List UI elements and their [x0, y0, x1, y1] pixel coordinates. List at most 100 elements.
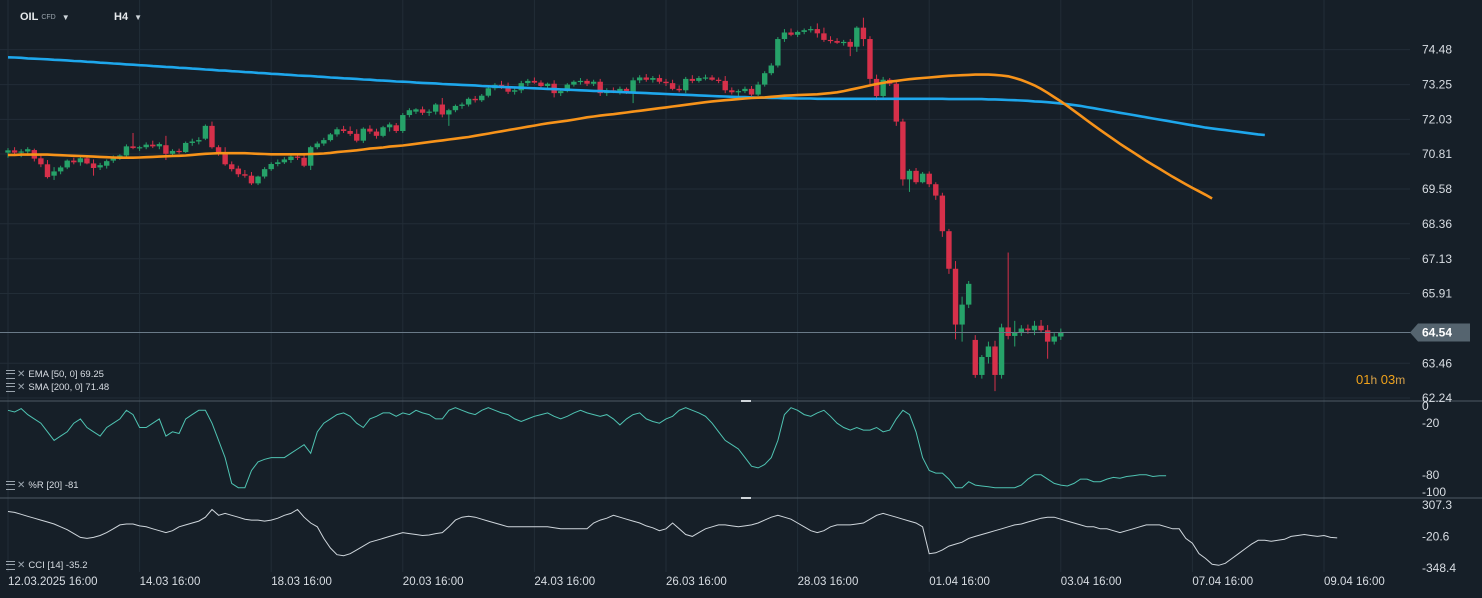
candle-body — [340, 129, 347, 131]
cci-pane[interactable] — [7, 508, 1338, 566]
y-tick-label: 70.81 — [1422, 147, 1452, 161]
settings-icon[interactable] — [6, 370, 15, 379]
candle-body — [261, 169, 268, 177]
candle-body — [965, 283, 972, 305]
candle-body — [676, 88, 682, 91]
candle-body — [683, 78, 689, 91]
candle-body — [952, 268, 959, 325]
symbol-selector[interactable]: OIL CFD ▼ — [20, 11, 70, 23]
countdown-minutes: 03 — [1380, 372, 1396, 387]
candle-body — [762, 73, 768, 85]
settings-icon[interactable] — [6, 481, 15, 490]
legend-williams-r: ✕ %R [20] -81 — [6, 480, 79, 491]
candle-body — [854, 27, 860, 47]
candle-body — [156, 144, 163, 147]
candle-body — [255, 176, 261, 184]
candle-body — [1005, 327, 1011, 336]
candle-body — [722, 80, 728, 91]
candle-body — [433, 104, 439, 112]
candle-body — [715, 79, 722, 81]
pane-resize-handle[interactable] — [741, 400, 751, 402]
candle-body — [334, 129, 340, 135]
candle-body — [150, 144, 156, 147]
y-tick-label: 67.13 — [1422, 252, 1452, 266]
candle-body — [90, 163, 97, 168]
close-icon[interactable]: ✕ — [17, 369, 25, 380]
candle-body — [1058, 332, 1064, 337]
candle-body — [748, 88, 755, 95]
candle-body — [413, 109, 419, 112]
legend-cci-label: CCI [14] -35.2 — [28, 560, 88, 571]
candle-body — [5, 150, 11, 153]
candle-body — [906, 170, 913, 180]
candle-body — [485, 88, 492, 96]
settings-icon[interactable] — [6, 561, 15, 570]
candle-body — [354, 133, 360, 141]
legend-williams-r-label: %R [20] -81 — [28, 480, 79, 491]
pane-resize-handle[interactable] — [741, 497, 751, 499]
candle-body — [222, 153, 228, 165]
y-tick-label: 68.36 — [1422, 217, 1452, 231]
candle-body — [281, 159, 288, 163]
candle-body — [64, 160, 70, 168]
candle-body — [702, 77, 709, 79]
candle-body — [900, 121, 906, 180]
axis-labels: 12.03.2025 16:00 14.03 16:00 18.03 16:00 20… — [8, 43, 1470, 588]
timeframe-selector[interactable]: H4 ▼ — [114, 11, 142, 23]
candle-body — [781, 32, 788, 40]
candle-body — [321, 140, 327, 144]
candle-body — [630, 80, 636, 92]
countdown-hours: 01 — [1356, 372, 1371, 387]
candle-body — [979, 357, 985, 375]
candle-body — [71, 160, 77, 163]
candle-body — [248, 175, 255, 184]
y-tick-label: 73.25 — [1422, 78, 1452, 92]
candle-body — [18, 151, 24, 153]
candle-body — [768, 65, 774, 74]
x-tick-label: 09.04 16:00 — [1324, 576, 1385, 588]
candle-body — [926, 173, 932, 185]
candle-body — [51, 171, 57, 176]
williams-r-pane[interactable] — [7, 407, 1167, 489]
x-tick-label: 01.04 16:00 — [929, 576, 990, 588]
candle-body — [531, 80, 538, 83]
x-tick-label: 24.03 16:00 — [534, 576, 595, 588]
candle-body — [169, 150, 176, 154]
candle-body — [314, 143, 320, 148]
close-icon[interactable]: ✕ — [17, 480, 25, 491]
candle-body — [327, 134, 334, 141]
candle-body — [84, 158, 90, 164]
settings-icon[interactable] — [6, 383, 15, 392]
candle-body — [729, 90, 735, 93]
candle-body — [268, 164, 274, 170]
candle-body — [946, 231, 952, 269]
candle-body — [136, 147, 143, 149]
legend-cci: ✕ CCI [14] -35.2 — [6, 560, 88, 571]
candle-body — [755, 84, 761, 95]
symbol-type: CFD — [41, 13, 56, 21]
candle-body — [814, 29, 821, 34]
price-pane[interactable] — [0, 17, 1412, 392]
candle-body — [847, 41, 853, 47]
candle-body — [426, 111, 432, 113]
candle-body — [275, 162, 281, 165]
x-tick-label: 12.03.2025 16:00 — [8, 576, 98, 588]
candle-body — [933, 184, 939, 196]
symbol-name: OIL — [20, 11, 39, 23]
chart-canvas[interactable]: 12.03.2025 16:00 14.03 16:00 18.03 16:00 20… — [0, 0, 1482, 598]
williams-r-line — [7, 407, 1167, 489]
close-icon[interactable]: ✕ — [17, 382, 25, 393]
candle-body — [1051, 336, 1057, 342]
cci-tick-label: -20.6 — [1422, 530, 1450, 544]
close-icon[interactable]: ✕ — [17, 560, 25, 571]
candle-body — [821, 33, 827, 40]
x-tick-label: 07.04 16:00 — [1192, 576, 1253, 588]
current-price-label: 64.54 — [1422, 326, 1452, 340]
candle-body — [511, 90, 518, 92]
candle-body — [373, 131, 380, 136]
legend-ema-label: EMA [50, 0] 69.25 — [28, 369, 104, 380]
candle-body — [867, 39, 873, 79]
candle-body — [558, 91, 564, 94]
candle-body — [860, 27, 867, 40]
candle-body — [788, 32, 794, 35]
